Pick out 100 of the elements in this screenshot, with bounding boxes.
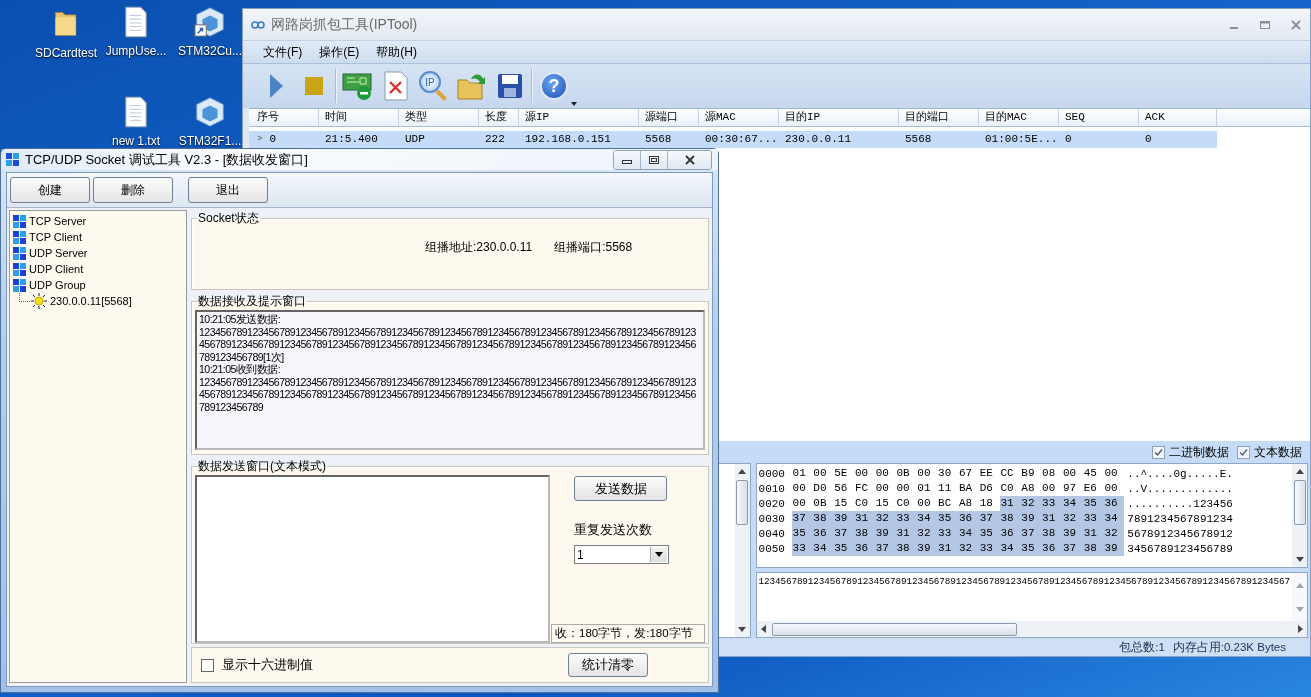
play-icon[interactable]: [268, 73, 284, 99]
desktop-icon-label[interactable]: new 1.txt: [112, 134, 160, 148]
hex-byte: 36: [1103, 496, 1125, 511]
tree-item[interactable]: UDP Client: [13, 261, 183, 277]
hex-byte: 36: [999, 526, 1021, 541]
cube-shortcut-icon[interactable]: [194, 6, 226, 38]
checkbox-label[interactable]: 文本数据: [1254, 443, 1302, 461]
maximize-icon[interactable]: [1259, 19, 1271, 30]
network-card-icon[interactable]: [342, 71, 374, 101]
document-x-icon[interactable]: [383, 71, 409, 101]
document-icon[interactable]: [124, 6, 148, 38]
desktop-icon-label[interactable]: JumpUse...: [105, 44, 167, 58]
cube-icon[interactable]: [194, 96, 226, 128]
toolbar-button[interactable]: 退出: [188, 177, 268, 203]
tree-item[interactable]: TCP Server: [13, 213, 183, 229]
hex-byte: 00: [1061, 466, 1078, 481]
hex-byte: 38: [895, 541, 917, 556]
horizontal-scrollbar[interactable]: [756, 621, 1307, 637]
close-icon[interactable]: [683, 155, 696, 165]
checkbox-label[interactable]: 二进制数据: [1169, 443, 1229, 461]
hex-byte: 36: [1041, 541, 1062, 556]
hex-byte: D0: [812, 481, 828, 496]
scroll-left-arrow-icon[interactable]: [760, 625, 766, 633]
checkbox[interactable]: [1237, 445, 1250, 459]
restore-icon[interactable]: [649, 156, 659, 164]
dropdown-arrow-icon[interactable]: [655, 552, 663, 557]
hex-byte: 15: [833, 496, 849, 511]
hex-byte: C0: [999, 481, 1015, 496]
hex-ascii: ..........123456: [1126, 497, 1233, 510]
table-cell-text: 5568: [645, 132, 672, 147]
column-header[interactable]: 源MAC: [699, 109, 779, 126]
status-text: 内存占用:0.23K Bytes: [1172, 639, 1286, 655]
hex-byte: 39: [874, 526, 896, 541]
scroll-up-arrow-icon[interactable]: [738, 469, 747, 474]
send-button[interactable]: 发送数据: [574, 476, 667, 501]
hex-byte: 33: [895, 511, 917, 526]
hex-byte: 30: [937, 466, 953, 481]
checkbox-label[interactable]: 显示十六进制值: [222, 656, 313, 674]
toolbar-button[interactable]: 删除: [93, 177, 173, 203]
vertical-scrollbar[interactable]: [1292, 464, 1307, 567]
hex-byte: 33: [937, 526, 958, 541]
send-text-field[interactable]: [195, 475, 550, 643]
hex-ascii: 3456789123456789: [1126, 542, 1233, 555]
scroll-down-arrow-icon[interactable]: [1295, 557, 1304, 562]
scrollbar-thumb[interactable]: [1293, 480, 1306, 525]
column-header[interactable]: 类型: [399, 109, 479, 126]
column-header[interactable]: 源端口: [639, 109, 699, 126]
scroll-up-arrow-icon[interactable]: [1295, 469, 1304, 474]
column-header[interactable]: 目的IP: [779, 109, 899, 126]
scrollbar-thumb[interactable]: [736, 480, 749, 525]
menu-item[interactable]: 帮助(H): [376, 43, 417, 61]
column-header[interactable]: SEQ: [1059, 109, 1139, 126]
reset-stats-button[interactable]: 统计清零: [568, 653, 648, 677]
checkbox[interactable]: [1152, 445, 1165, 459]
tree-item[interactable]: UDP Group: [13, 277, 183, 293]
payload-text: 1234567891234567891234567891234567891234567891234567891234567891234567891234567891234567891234567: [758, 576, 1290, 587]
scroll-right-arrow-icon[interactable]: [1298, 625, 1303, 633]
minimize-button[interactable]: [614, 151, 641, 169]
hex-byte: 00: [812, 466, 828, 481]
hex-byte: 31: [853, 511, 875, 526]
checkbox[interactable]: [201, 658, 214, 672]
column-header[interactable]: 时间: [319, 109, 399, 126]
hex-byte: 00: [916, 466, 932, 481]
hex-byte: 00: [853, 466, 870, 481]
toolbar-button[interactable]: 创建: [10, 177, 90, 203]
tree-item[interactable]: 230.0.0.11[5568]: [31, 293, 132, 309]
table-cell-text: 230.0.0.11: [785, 132, 851, 147]
column-header[interactable]: 源IP: [519, 109, 639, 126]
hex-byte: 0B: [812, 496, 828, 511]
tree-item[interactable]: UDP Server: [13, 245, 183, 261]
column-header[interactable]: 目的端口: [899, 109, 979, 126]
scroll-down-arrow-icon[interactable]: [738, 627, 747, 632]
message-header: 10:21:05收到数据:: [199, 363, 282, 376]
maximize-button[interactable]: [641, 151, 668, 169]
column-header[interactable]: 长度: [479, 109, 519, 126]
table-cell-text: UDP: [405, 132, 425, 147]
column-header[interactable]: 目的MAC: [979, 109, 1059, 126]
table-cell-text: 222: [485, 132, 505, 147]
hex-byte: 35: [791, 526, 813, 541]
tree-item[interactable]: TCP Client: [13, 229, 183, 245]
column-header[interactable]: 序号: [251, 109, 319, 126]
group-title: 数据发送窗口(文本模式): [197, 458, 327, 475]
hex-byte: A8: [1020, 481, 1036, 496]
desktop-icon-label[interactable]: SDCardtest: [35, 46, 97, 60]
vertical-scrollbar[interactable]: [734, 464, 750, 637]
repeat-count-dropdown[interactable]: 1: [574, 545, 669, 564]
dropdown-caret-icon[interactable]: [571, 102, 577, 106]
hex-byte: 35: [833, 541, 854, 556]
desktop-icon-label[interactable]: STM32F1...: [178, 134, 242, 148]
menu-item[interactable]: 操作(E): [319, 43, 360, 61]
desktop-icon-label[interactable]: STM32Cu...: [178, 44, 242, 58]
close-button[interactable]: [668, 151, 711, 169]
document-icon[interactable]: [124, 96, 148, 128]
hex-byte: 31: [1041, 511, 1062, 526]
folder-arrow-icon[interactable]: [457, 72, 487, 100]
packet-row[interactable]: > 0 21:5.400 UDP 222 192.168.0.151 5568 00:30:67... 230.0.0.11 5568 01:00:5E... 0 0: [249, 131, 1217, 148]
column-header[interactable]: ACK: [1139, 109, 1217, 126]
scrollbar-thumb[interactable]: [771, 622, 1017, 636]
hex-byte: 00: [895, 481, 911, 496]
menu-item[interactable]: 文件(F): [263, 43, 303, 61]
